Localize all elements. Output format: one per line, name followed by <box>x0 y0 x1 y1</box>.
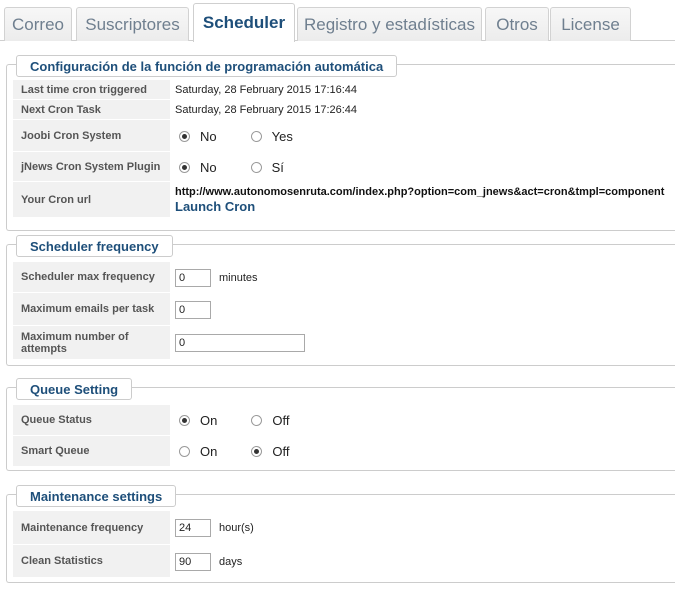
max-frequency-value: minutes <box>175 262 668 293</box>
auto-schedule-section: Configuración de la función de programac… <box>6 55 675 231</box>
max-frequency-row: Scheduler max frequency minutes <box>13 262 668 293</box>
field-label: Maximum emails per task <box>13 293 170 326</box>
unit-label: minutes <box>219 271 258 284</box>
radio-label: Off <box>272 444 290 459</box>
maintenance-frequency-row: Maintenance frequency hour(s) <box>13 511 668 545</box>
clean-statistics-value: days <box>175 545 668 578</box>
radio-label: No <box>200 159 217 175</box>
clean-statistics-input[interactable] <box>175 552 211 571</box>
field-label: jNews Cron System Plugin <box>13 152 170 182</box>
queue-status-options: On Off <box>175 405 668 436</box>
section-title: Maintenance settings <box>16 485 177 507</box>
field-label: Your Cron url <box>13 182 170 218</box>
max-attempts-input[interactable] <box>175 334 305 352</box>
max-attempts-value <box>175 326 668 360</box>
smart-queue-off-radio[interactable] <box>251 446 263 457</box>
cron-url-row: Your Cron url http://www.autonomosenruta… <box>13 182 668 218</box>
joobi-no-radio[interactable] <box>179 130 190 142</box>
field-label: Queue Status <box>13 405 170 436</box>
cron-url-text: http://www.autonomosenruta.com/index.php… <box>175 186 665 198</box>
unit-label: hour(s) <box>219 522 254 534</box>
max-attempts-row: Maximum number of attempts <box>13 326 668 360</box>
maintenance-section: Maintenance settings Maintenance frequen… <box>6 485 675 583</box>
queue-setting-section: Queue Setting Queue Status On Off Smart … <box>6 378 675 471</box>
last-triggered-value: Saturday, 28 February 2015 17:16:44 <box>175 84 358 96</box>
section-title: Scheduler frequency <box>16 235 173 257</box>
field-label: Joobi Cron System <box>13 120 170 152</box>
tab-scheduler[interactable]: Scheduler <box>193 3 295 42</box>
jnews-si-radio[interactable] <box>250 161 262 173</box>
next-task-value: Saturday, 28 February 2015 17:26:44 <box>175 104 358 116</box>
tab-bar: Correo Suscriptores Scheduler Registro y… <box>0 0 675 42</box>
field-label: Clean Statistics <box>13 545 170 578</box>
queue-status-row: Queue Status On Off <box>13 405 668 436</box>
field-label: Maximum number of attempts <box>13 326 170 360</box>
field-label: Maintenance frequency <box>13 511 170 545</box>
maintenance-frequency-input[interactable] <box>175 519 211 537</box>
radio-label: Yes <box>271 128 293 144</box>
section-title: Configuración de la función de programac… <box>16 55 398 77</box>
smart-queue-on-radio[interactable] <box>179 446 190 457</box>
field-label: Next Cron Task <box>13 100 170 120</box>
radio-label: On <box>200 444 218 459</box>
joobi-cron-options: No Yes <box>175 120 668 152</box>
jnews-no-radio[interactable] <box>179 161 190 173</box>
smart-queue-row: Smart Queue On Off <box>13 436 668 467</box>
launch-cron-link[interactable]: Launch Cron <box>175 199 255 214</box>
smart-queue-options: On Off <box>175 436 668 467</box>
radio-label: No <box>200 128 217 144</box>
field-label: Smart Queue <box>13 436 170 467</box>
tab-license[interactable]: License <box>550 7 631 41</box>
joobi-cron-row: Joobi Cron System No Yes <box>13 120 668 152</box>
tab-correo[interactable]: Correo <box>4 7 72 41</box>
max-frequency-input[interactable] <box>175 268 211 287</box>
last-triggered-row: Last time cron triggered Saturday, 28 Fe… <box>13 80 668 100</box>
tab-suscriptores[interactable]: Suscriptores <box>76 7 189 41</box>
maintenance-frequency-value: hour(s) <box>175 511 668 545</box>
radio-label: Sí <box>271 159 284 175</box>
tab-registro-estadisticas[interactable]: Registro y estadísticas <box>297 7 482 41</box>
max-emails-row: Maximum emails per task <box>13 293 668 326</box>
max-emails-input[interactable] <box>175 300 211 319</box>
queue-status-on-radio[interactable] <box>179 415 190 426</box>
clean-statistics-row: Clean Statistics days <box>13 545 668 578</box>
tab-otros[interactable]: Otros <box>485 7 549 41</box>
jnews-plugin-row: jNews Cron System Plugin No Sí <box>13 152 668 182</box>
joobi-yes-radio[interactable] <box>250 130 262 142</box>
section-title: Queue Setting <box>16 378 133 400</box>
max-emails-value <box>175 293 668 326</box>
queue-status-off-radio[interactable] <box>251 415 263 426</box>
next-task-row: Next Cron Task Saturday, 28 February 201… <box>13 100 668 120</box>
radio-label: On <box>200 413 218 428</box>
radio-label: Off <box>272 413 290 428</box>
unit-label: days <box>219 555 243 568</box>
scheduler-frequency-section: Scheduler frequency Scheduler max freque… <box>6 235 675 366</box>
cron-url-value: http://www.autonomosenruta.com/index.php… <box>175 182 668 218</box>
jnews-plugin-options: No Sí <box>175 152 668 182</box>
field-label: Last time cron triggered <box>13 80 170 100</box>
field-label: Scheduler max frequency <box>13 262 170 293</box>
